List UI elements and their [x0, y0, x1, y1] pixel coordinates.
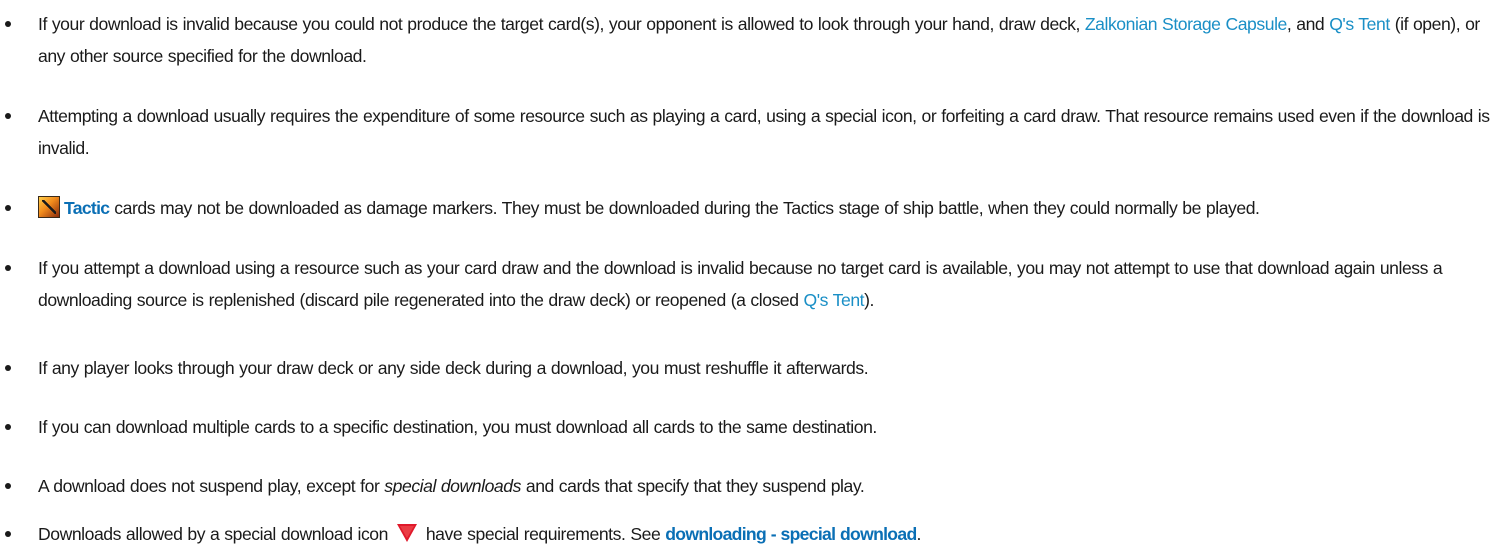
special-download-icon: [396, 524, 417, 542]
item-text: If your download is invalid because you …: [38, 14, 1085, 34]
item-text: If any player looks through your draw de…: [38, 358, 869, 378]
item-text: Attempting a download usually requires t…: [38, 106, 1490, 158]
item-text: ).: [864, 290, 874, 310]
item-text: .: [916, 524, 922, 544]
item-text: , and: [1286, 14, 1330, 34]
item-text: If you can download multiple cards to a …: [38, 417, 877, 437]
list-item: If you can download multiple cards to a …: [5, 411, 1500, 443]
item-text: have special requirements. See: [420, 524, 666, 544]
downloading-special-download-link[interactable]: downloading - special download: [665, 524, 917, 544]
list-item: Downloads allowed by a special download …: [5, 518, 1500, 550]
item-text: A download does not suspend play, except…: [38, 476, 385, 496]
list-item: If any player looks through your draw de…: [5, 352, 1500, 384]
zalkonian-storage-capsule-link[interactable]: Zalkonian Storage Capsule: [1085, 14, 1287, 34]
tactic-icon: [38, 196, 60, 218]
special-downloads-emphasis: special downloads: [384, 476, 521, 496]
item-text: cards may not be downloaded as damage ma…: [109, 198, 1260, 218]
rules-page: If your download is invalid because you …: [0, 0, 1507, 552]
list-item: A download does not suspend play, except…: [5, 470, 1500, 502]
tactic-link[interactable]: Tactic: [64, 198, 110, 218]
qs-tent-link[interactable]: Q's Tent: [1329, 14, 1390, 34]
list-item: If your download is invalid because you …: [5, 8, 1500, 72]
list-item: Tactic cards may not be downloaded as da…: [5, 192, 1500, 224]
list-item: Attempting a download usually requires t…: [5, 100, 1500, 164]
item-text: Downloads allowed by a special download …: [38, 524, 393, 544]
list-item: If you attempt a download using a resour…: [5, 252, 1500, 316]
item-text: If you attempt a download using a resour…: [38, 258, 1443, 310]
item-text: and cards that specify that they suspend…: [520, 476, 865, 496]
qs-tent-link[interactable]: Q's Tent: [804, 290, 865, 310]
